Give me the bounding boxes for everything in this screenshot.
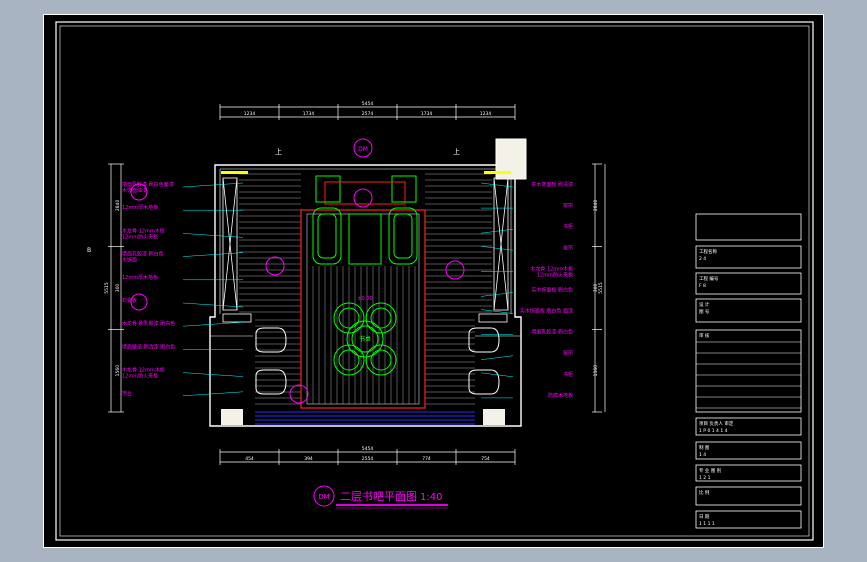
table-label: 书桌 (359, 335, 371, 343)
annotation-text: 书柜 (563, 371, 573, 378)
annotation-text: 木饰面油漆 (122, 187, 147, 194)
leader-line (182, 372, 244, 377)
annotation-text: 木龙骨 12mm木板 (122, 367, 165, 374)
title-mark-text: DM (318, 493, 329, 501)
title-block-value: 1 P 0 1 4 1 4 (699, 428, 728, 434)
dim-bottom-total: 5454 (362, 446, 374, 452)
cad-viewport[interactable]: 5454 1234 1734 2574 1734 1234 5454 454 394 2554 77… (0, 0, 867, 562)
dim-left-total: 5515 (104, 282, 110, 294)
title-block-label: 审 核 (699, 332, 710, 339)
title-block-label: 工程 编号 (699, 275, 719, 282)
annotation-text: 防腐木地板 (548, 392, 573, 399)
title-block-value: 图 号 (699, 309, 710, 315)
up-mark-right: 上 (453, 147, 460, 156)
annotation-text: 书柜 (563, 223, 573, 230)
annotation-text: 12mm厚木地板 (122, 274, 158, 281)
title-block-value: 1 1 1 1 (699, 521, 715, 527)
dim-left-seg: 1560 (115, 365, 121, 377)
aside-mark: B (87, 247, 91, 254)
carpet-zone (300, 209, 426, 409)
annotation-text: 木龙骨 刷乳胶漆 刷白色 (122, 320, 175, 327)
dim-right-seg: 300 (593, 284, 599, 293)
title-block-cell (695, 441, 802, 460)
corner-block-right (483, 409, 505, 425)
annotation-text: 实木饰面板 刷白色 面漆 (520, 308, 573, 315)
dim-top-seg: 2574 (362, 111, 374, 117)
dim-top-seg: 1734 (303, 111, 315, 117)
steps-bottom (255, 411, 475, 425)
leader-line (182, 182, 244, 188)
annotation-text: 窗帘 (563, 202, 573, 209)
annotation-text: 木饰面 (122, 257, 137, 264)
annotation-text: 实木饰面板 刷清漆 (531, 181, 573, 188)
annotation-text: 墙面乳胶漆 刷白色面漆 (122, 181, 174, 188)
leader-line (182, 391, 244, 397)
furniture (255, 175, 500, 395)
title-block-value: 1 2 1 (699, 475, 711, 481)
title-block-label: 日 期 (699, 514, 710, 520)
dim-bottom-seg: 774 (422, 456, 431, 462)
title-block-value: 1 4 (699, 452, 706, 458)
title-block-cell (695, 298, 802, 323)
annotation-text: 墙面乳胶漆 刷白色 (122, 251, 164, 258)
title-block-value: 2 4 (699, 256, 706, 262)
title-block-label: 比 例 (699, 489, 710, 496)
drawing-sheet: 5454 1234 1734 2574 1734 1234 5454 454 394 2554 77… (43, 14, 824, 548)
dimension-lines: 5454 1234 1734 2574 1734 1234 5454 454 394 2554 77… (104, 101, 606, 465)
annotation-text: 实木饰面板 刷白色 (531, 286, 573, 293)
dim-top-seg: 1234 (244, 111, 256, 117)
corner-block-left (221, 409, 243, 425)
title-block-value: F 8 (699, 283, 706, 289)
title-block-label: 专 业 图 别 (699, 467, 722, 474)
dim-top-total: 5454 (362, 101, 374, 107)
annotation-text: 窗帘 (563, 244, 573, 251)
annotation-text: 12mm防火夹板 (122, 233, 158, 240)
annotation-text: 12mm防火夹板 (537, 271, 573, 278)
annotation-text: 木龙骨 12mm木板 (122, 227, 165, 234)
title-block-label: 工程名称 (699, 248, 717, 255)
carpet-inner (306, 213, 420, 405)
annotation-text: 木龙骨 12mm木板 (530, 265, 573, 272)
title-block-label: 制 图 (699, 444, 710, 451)
dim-top-seg: 1234 (480, 111, 492, 117)
section-marks (130, 138, 465, 507)
leader-line (480, 355, 514, 360)
annotation-text: 地台 (122, 390, 132, 397)
annotation-text: 12mm防火夹板 (122, 373, 158, 380)
dim-left-seg: 300 (115, 284, 121, 293)
title-block-cell (695, 486, 802, 506)
annotations: 墙面乳胶漆 刷白色面漆木饰面油漆12mm厚木地板木龙骨 12mm木板12mm防火… (122, 181, 573, 399)
mark-text: DM (358, 146, 368, 153)
dim-right-seg: 2840 (593, 199, 599, 211)
title-block: 工程名称2 4 工程 编号F 8 设 计图 号审 核项目 负责人 审定1 P 0 1… (695, 213, 802, 529)
title-block-label: 设 计 (699, 301, 710, 308)
drawing-scale: 1:40 (420, 492, 442, 503)
leader-line (182, 302, 244, 308)
inner-frame-2 (59, 25, 810, 537)
title-block-label: 项目 负责人 审定 (699, 420, 734, 427)
up-mark-left: 上 (275, 147, 282, 156)
title-block-cell (695, 213, 802, 241)
dim-bottom-seg: 454 (245, 456, 254, 462)
dim-bottom-seg: 754 (481, 456, 490, 462)
window-mark-right (484, 171, 511, 174)
annotation-text: 墙面壁纸 刷清漆 刷白色 (122, 343, 175, 350)
dim-left-seg: 2840 (115, 199, 121, 211)
leader-line (182, 233, 244, 238)
dim-top-seg: 1734 (421, 111, 433, 117)
annotation-text: 窗帘 (563, 350, 573, 357)
annotation-text: 石膏板 (122, 297, 137, 304)
leader-line (182, 321, 244, 327)
floor-plan-drawing: 5454 1234 1734 2574 1734 1234 5454 454 394 2554 77… (43, 14, 824, 548)
dim-bottom-seg: 394 (304, 456, 313, 462)
drawing-title: 二层书吧平面图 (340, 490, 417, 503)
annotation-text: 墙面乳胶漆 刷白色 (531, 329, 573, 336)
window-mark-left (221, 171, 248, 174)
annotation-text: 12mm厚木地板 (122, 204, 158, 211)
leader-line (182, 252, 244, 257)
dim-right-seg: 1560 (593, 365, 599, 377)
dim-bottom-seg: 2554 (362, 456, 374, 462)
level-mark: ±0.00 (357, 296, 372, 302)
